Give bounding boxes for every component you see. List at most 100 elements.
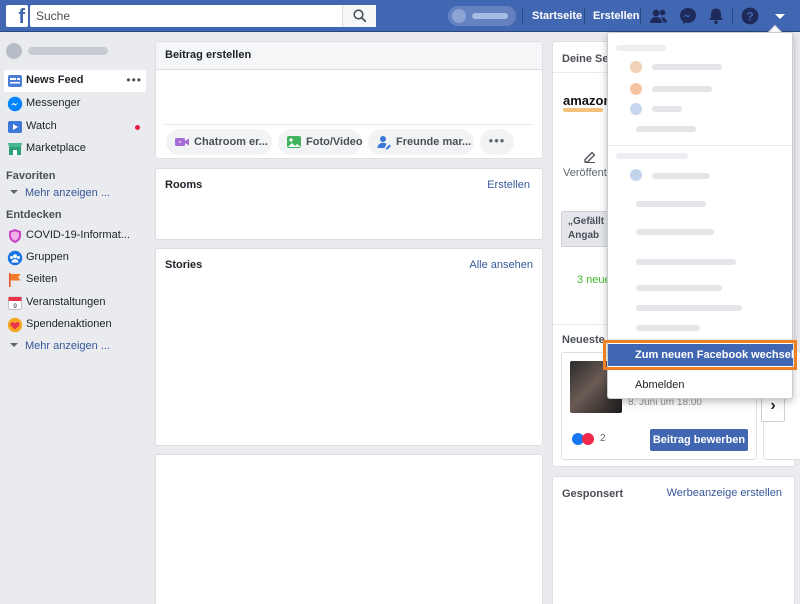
- redacted-heading: [616, 153, 688, 159]
- sponsored-card: Gesponsert Werbeanzeige erstellen: [552, 476, 795, 604]
- pages-flag-icon: [9, 273, 21, 287]
- avatar: [630, 83, 642, 95]
- rooms-card: Rooms Erstellen: [155, 168, 543, 240]
- sponsored-title: Gesponsert: [562, 488, 624, 500]
- sidebar-item-watch[interactable]: Watch: [4, 116, 146, 138]
- redacted-menu-item[interactable]: [636, 259, 736, 265]
- highlight-box: [603, 340, 797, 370]
- create-post-card: Beitrag erstellen Chatroom er... Foto/Vi…: [155, 41, 543, 159]
- sidebar-item-pages[interactable]: Seiten: [4, 269, 146, 291]
- new-items-count[interactable]: 3 neue: [577, 274, 611, 286]
- sidebar-item-news-feed[interactable]: News Feed •••: [4, 70, 146, 92]
- nav-home-link[interactable]: Startseite: [532, 0, 582, 32]
- nav-create-link[interactable]: Erstellen: [593, 0, 639, 32]
- help-icon[interactable]: ?: [740, 6, 760, 26]
- friend-requests-icon[interactable]: [649, 6, 669, 26]
- create-room-button[interactable]: Chatroom er...: [166, 129, 272, 155]
- create-ad-link[interactable]: Werbeanzeige erstellen: [667, 487, 782, 499]
- messenger-icon[interactable]: [678, 6, 698, 26]
- redacted-menu-item[interactable]: [636, 305, 742, 311]
- show-more-label: Mehr anzeigen ...: [25, 187, 110, 199]
- your-pages-title: Deine Sei: [562, 53, 612, 65]
- nav-divider: [732, 8, 733, 24]
- profile-name-redacted: [28, 47, 108, 55]
- photo-video-icon: [287, 136, 301, 148]
- redacted-menu-item[interactable]: [636, 229, 714, 235]
- create-post-title: Beitrag erstellen: [165, 49, 252, 61]
- search-box: [30, 5, 376, 27]
- redacted-menu-item[interactable]: [636, 285, 722, 291]
- account-menu-icon[interactable]: [770, 6, 790, 26]
- profile-link[interactable]: [448, 6, 516, 26]
- divider: [608, 145, 792, 146]
- fundraiser-icon: [7, 317, 23, 333]
- redacted-menu-item[interactable]: [652, 64, 722, 70]
- facebook-logo[interactable]: f: [6, 5, 28, 28]
- redacted-menu-item[interactable]: [636, 201, 706, 207]
- feed-post-card: [155, 454, 543, 604]
- sidebar-item-label: Gruppen: [26, 251, 69, 263]
- sidebar-profile[interactable]: [6, 42, 146, 60]
- photo-video-label: Foto/Video: [306, 136, 363, 148]
- sidebar-item-covid[interactable]: COVID-19-Informat...: [4, 225, 146, 247]
- chevron-down-icon: [10, 343, 18, 347]
- watch-icon: [8, 121, 22, 133]
- notifications-icon[interactable]: [706, 6, 726, 26]
- redacted-menu-item[interactable]: [636, 126, 696, 132]
- sidebar-item-events[interactable]: 9 Veranstaltungen: [4, 292, 146, 314]
- page-brand-logo[interactable]: amazon: [563, 93, 612, 112]
- nav-divider: [640, 8, 641, 24]
- tag-friends-button[interactable]: Freunde mar...: [368, 129, 474, 155]
- video-chat-icon: [175, 138, 189, 146]
- sidebar-item-marketplace[interactable]: Marketplace: [4, 138, 146, 160]
- page-likes-box[interactable]: „Gefällt n Angab: [561, 211, 613, 247]
- avatar: [630, 169, 642, 181]
- covid-shield-icon: [9, 229, 21, 243]
- redacted-menu-item[interactable]: [652, 86, 712, 92]
- sidebar-item-label: News Feed: [26, 74, 84, 86]
- publish-button[interactable]: Veröffentlichen: [563, 166, 636, 180]
- brand-smile-mark: [563, 108, 603, 112]
- explore-heading: Entdecken: [6, 209, 62, 221]
- show-more-explore-link[interactable]: Mehr anzeigen ...: [10, 340, 110, 352]
- sidebar-item-label: Spendenaktionen: [26, 318, 112, 330]
- svg-text:9: 9: [13, 303, 17, 310]
- favorites-heading: Favoriten: [6, 170, 56, 182]
- nav-divider: [522, 8, 523, 24]
- sidebar-item-label: Veranstaltungen: [26, 296, 106, 308]
- redacted-menu-item[interactable]: [636, 325, 700, 331]
- more-options-button[interactable]: •••: [480, 129, 514, 155]
- see-all-stories-link[interactable]: Alle ansehen: [469, 259, 533, 271]
- tag-friends-icon: [377, 136, 391, 150]
- search-icon: [353, 9, 367, 23]
- create-room-label: Chatroom er...: [194, 136, 268, 148]
- sidebar-item-label: Watch: [26, 120, 57, 132]
- show-more-favorites-link[interactable]: Mehr anzeigen ...: [10, 187, 110, 199]
- likes-text-line2: Angab: [568, 230, 600, 241]
- avatar: [6, 43, 22, 59]
- profile-name-redacted: [472, 13, 508, 19]
- search-input[interactable]: [30, 5, 340, 27]
- recent-posts-title: Neueste: [562, 334, 605, 346]
- search-button[interactable]: [342, 5, 376, 27]
- more-options-icon[interactable]: •••: [126, 73, 142, 87]
- news-feed-icon: [8, 75, 22, 87]
- divider: [165, 124, 533, 125]
- logout-item[interactable]: Abmelden: [635, 379, 685, 391]
- avatar: [630, 61, 642, 73]
- sidebar-item-label: COVID-19-Informat...: [26, 229, 130, 241]
- sidebar-item-label: Messenger: [26, 97, 81, 109]
- sidebar-item-fundraisers[interactable]: Spendenaktionen: [4, 314, 146, 336]
- sidebar-item-groups[interactable]: Gruppen: [4, 247, 146, 269]
- post-text-area[interactable]: [156, 70, 542, 128]
- photo-video-button[interactable]: Foto/Video: [278, 129, 363, 155]
- redacted-menu-item[interactable]: [652, 173, 710, 179]
- redacted-menu-item[interactable]: [652, 106, 682, 112]
- create-room-link[interactable]: Erstellen: [487, 179, 530, 191]
- nav-divider: [584, 8, 585, 24]
- boost-post-button[interactable]: Beitrag bewerben: [650, 429, 748, 451]
- avatar: [452, 9, 466, 23]
- sidebar-item-messenger[interactable]: Messenger: [4, 93, 146, 115]
- brand-name: amazon: [563, 93, 612, 108]
- redacted-heading: [616, 45, 666, 51]
